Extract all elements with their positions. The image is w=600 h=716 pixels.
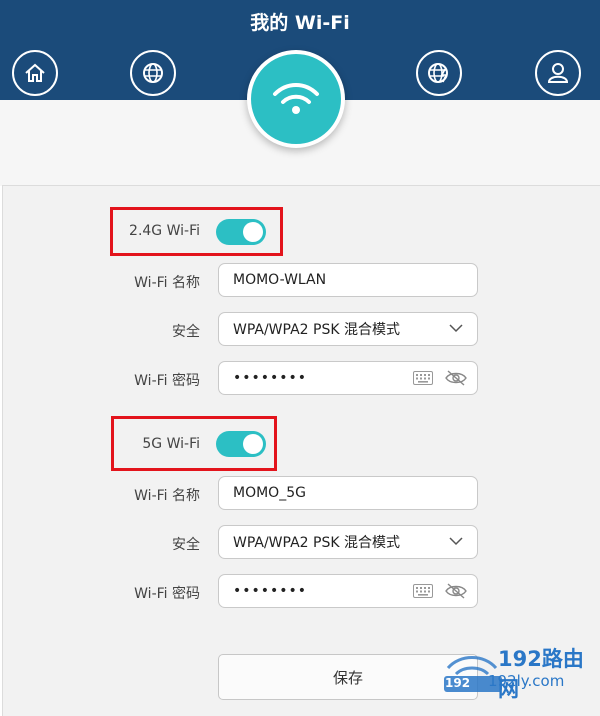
home-icon	[25, 63, 45, 82]
nav-wifi-button[interactable]	[247, 50, 345, 148]
wifi24-password-value: ••••••••	[233, 370, 308, 386]
save-button-label: 保存	[332, 668, 363, 687]
wifi24-password-input[interactable]: ••••••••	[218, 361, 478, 395]
globe-icon	[143, 63, 163, 83]
wifi24-security-select[interactable]: WPA/WPA2 PSK 混合模式	[218, 312, 478, 346]
nav-internet-button[interactable]	[130, 50, 176, 96]
wifi24-toggle-label: 2.4G Wi-Fi	[129, 223, 200, 239]
user-icon	[547, 63, 569, 83]
globe-lightning-icon	[428, 63, 448, 83]
chevron-down-icon	[449, 537, 463, 546]
wifi5-security-select[interactable]: WPA/WPA2 PSK 混合模式	[218, 525, 478, 559]
wifi24-name-value: MOMO-WLAN	[233, 272, 327, 288]
nav-account-button[interactable]	[535, 50, 581, 96]
wifi5-name-input[interactable]: MOMO_5G	[218, 476, 478, 510]
chevron-down-icon	[449, 324, 463, 333]
wifi5-password-value: ••••••••	[233, 583, 308, 599]
watermark-badge: 192	[445, 676, 471, 690]
wifi5-name-label: Wi-Fi 名称	[134, 488, 200, 504]
wifi5-toggle-label: 5G Wi-Fi	[142, 436, 200, 452]
wifi24-password-label: Wi-Fi 密码	[134, 373, 200, 389]
wifi24-name-label: Wi-Fi 名称	[134, 275, 200, 291]
wifi-icon	[273, 83, 319, 114]
watermark-url: 192ly.com	[488, 672, 565, 690]
wifi5-password-label: Wi-Fi 密码	[134, 586, 200, 602]
page-title: 我的 Wi-Fi	[250, 12, 350, 34]
nav-home-button[interactable]	[12, 50, 58, 96]
save-button[interactable]: 保存	[218, 654, 478, 700]
wifi24-security-label: 安全	[172, 324, 200, 340]
wifi5-toggle[interactable]	[216, 431, 266, 457]
keyboard-icon[interactable]	[413, 584, 433, 598]
wifi5-name-value: MOMO_5G	[233, 485, 306, 501]
wifi24-name-input[interactable]: MOMO-WLAN	[218, 263, 478, 297]
keyboard-icon[interactable]	[413, 371, 433, 385]
wifi5-security-value: WPA/WPA2 PSK 混合模式	[233, 535, 400, 551]
wifi24-security-value: WPA/WPA2 PSK 混合模式	[233, 322, 400, 338]
wifi24-toggle[interactable]	[216, 219, 266, 245]
eye-hidden-icon[interactable]	[445, 582, 467, 600]
wifi5-security-label: 安全	[172, 537, 200, 553]
eye-hidden-icon[interactable]	[445, 369, 467, 387]
nav-advanced-button[interactable]	[416, 50, 462, 96]
wifi5-password-input[interactable]: ••••••••	[218, 574, 478, 608]
